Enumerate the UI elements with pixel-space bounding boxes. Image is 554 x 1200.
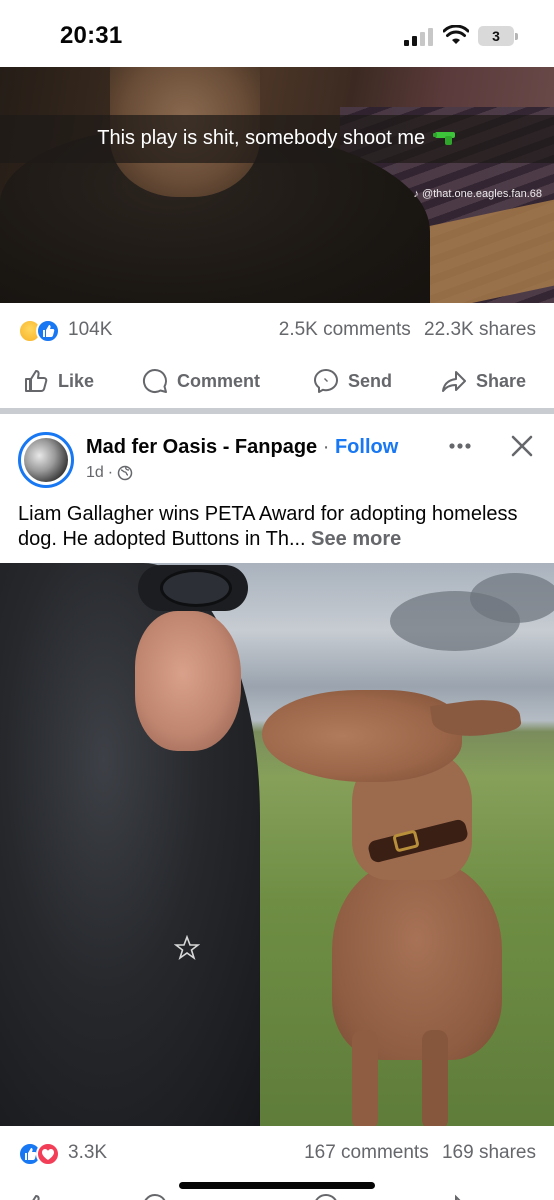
like-button[interactable]: Like [22, 359, 94, 403]
star-badge-icon [174, 935, 200, 961]
comment-icon [144, 1193, 166, 1200]
dog-leg [422, 1030, 448, 1126]
send-button[interactable]: Send [312, 359, 392, 403]
signal-icon [404, 28, 433, 46]
post2-shares-count[interactable]: 169 shares [442, 1142, 536, 1163]
status-time: 20:31 [60, 22, 123, 49]
like-icon [32, 1195, 40, 1200]
post2-comment-button[interactable] [141, 1184, 169, 1200]
post2-reactions-count[interactable]: 3.3K [68, 1142, 107, 1164]
post1-comments-count[interactable]: 2.5K comments [279, 319, 411, 340]
post-time[interactable]: 1d [86, 464, 104, 482]
post1-stats-right: 2.5K comments 22.3K shares [279, 319, 536, 341]
watermark-handle: @that.one.eagles.fan.68 [421, 188, 542, 200]
battery-icon: 3 [478, 26, 518, 46]
post2-share-button[interactable] [440, 1184, 468, 1200]
share-button[interactable]: Share [440, 359, 526, 403]
video-caption-text: This play is shit, somebody shoot me [97, 127, 426, 149]
meta-separator: · [107, 464, 114, 481]
post2-like-button[interactable] [22, 1184, 50, 1200]
follow-button[interactable]: Follow [335, 436, 398, 458]
comment-label: Comment [177, 370, 261, 391]
wifi-icon [443, 25, 469, 44]
more-options-icon[interactable] [446, 434, 474, 458]
comment-icon [143, 368, 167, 393]
share-label: Share [476, 370, 527, 391]
video-caption: This play is shit, somebody shoot me [0, 127, 554, 150]
post-header-title: Mad fer Oasis - Fanpage · Follow [86, 436, 398, 459]
post-divider [0, 408, 554, 414]
post2-stats-right: 167 comments 169 shares [304, 1142, 536, 1164]
dog-leg [352, 1030, 378, 1126]
share-icon [455, 1194, 461, 1200]
photo-cloud [470, 573, 554, 623]
title-separator: · [322, 436, 330, 458]
like-icon [25, 370, 48, 392]
photo-face [135, 611, 241, 751]
avatar-image [24, 438, 68, 482]
like-label: Like [58, 370, 95, 391]
see-more-link[interactable]: See more [311, 528, 401, 550]
post2-reaction-icons[interactable] [18, 1142, 60, 1166]
comment-button[interactable]: Comment [141, 359, 260, 403]
post1-stats-row: 104K 2.5K comments 22.3K shares [0, 313, 554, 349]
globe-icon [117, 465, 133, 481]
post1-shares-count[interactable]: 22.3K shares [424, 319, 536, 340]
video-media[interactable]: This play is shit, somebody shoot me ♪ @… [0, 67, 554, 303]
post1-action-row: Like Comment Send Share [0, 359, 554, 403]
post-meta: 1d · [86, 464, 133, 482]
messenger-icon [315, 1193, 337, 1200]
photo-dog [262, 690, 523, 1126]
post1-reaction-icons[interactable] [18, 319, 60, 343]
post-body: Liam Gallagher wins PETA Award for adopt… [18, 503, 518, 550]
love-reaction-icon [36, 1142, 60, 1166]
tiktok-watermark: ♪ @that.one.eagles.fan.68 [413, 188, 542, 200]
tiktok-icon: ♪ [413, 188, 419, 200]
like-reaction-icon [36, 319, 60, 343]
close-icon[interactable] [508, 432, 536, 460]
messenger-icon [314, 369, 338, 393]
post1-reactions-count[interactable]: 104K [68, 319, 112, 341]
post2-stats-row: 3.3K 167 comments 169 shares [0, 1136, 554, 1172]
post2-comments-count[interactable]: 167 comments [304, 1142, 429, 1163]
send-label: Send [348, 370, 393, 391]
photo-person [0, 563, 290, 1126]
post-text: Liam Gallagher wins PETA Award for adopt… [18, 502, 538, 552]
page-name-link[interactable]: Mad fer Oasis - Fanpage [86, 436, 317, 458]
status-bar: 20:31 3 [0, 0, 554, 67]
share-icon [442, 371, 466, 392]
photo-goggle-lens [160, 569, 232, 607]
water-pistol-icon [432, 132, 455, 145]
post-photo[interactable] [0, 563, 554, 1126]
page-avatar[interactable] [18, 432, 74, 488]
dog-head [262, 690, 462, 782]
home-indicator[interactable] [179, 1182, 375, 1189]
